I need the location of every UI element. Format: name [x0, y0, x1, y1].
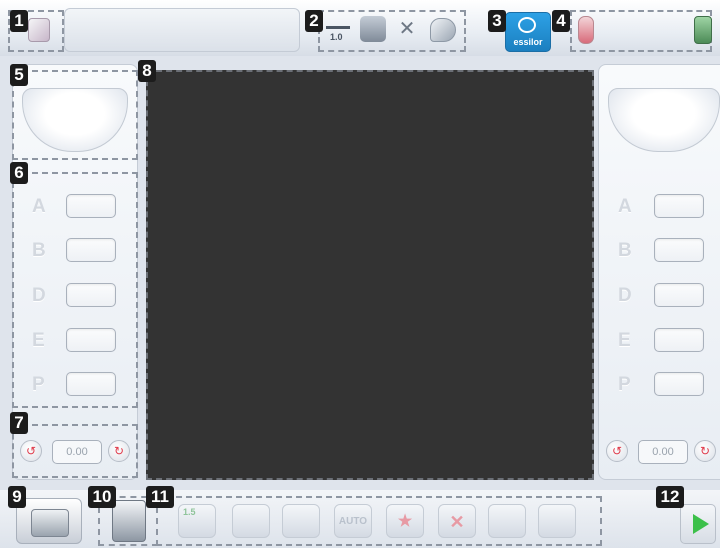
- callout-4: 4: [552, 10, 570, 32]
- callout-7: 7: [10, 412, 28, 434]
- header-field: [64, 8, 300, 52]
- left-field-p[interactable]: [66, 372, 116, 396]
- right-field-p[interactable]: [654, 372, 704, 396]
- left-label-a: A: [32, 196, 46, 217]
- polish-icon[interactable]: [488, 504, 526, 538]
- left-field-d[interactable]: [66, 283, 116, 307]
- thermometer-icon[interactable]: [578, 16, 594, 44]
- curve-value: 1.5: [183, 507, 196, 517]
- lens-3d-icon[interactable]: [28, 18, 50, 42]
- groove-icon[interactable]: [282, 504, 320, 538]
- left-rotate-ccw-icon[interactable]: ↺: [20, 440, 42, 462]
- left-field-b[interactable]: [66, 238, 116, 262]
- left-field-a[interactable]: [66, 194, 116, 218]
- tools-icon[interactable]: ✕: [394, 16, 420, 42]
- right-label-b: B: [618, 240, 632, 261]
- play-button[interactable]: [680, 504, 716, 544]
- right-label-e: E: [618, 330, 631, 351]
- zone-8-frame: [146, 70, 594, 480]
- right-field-a[interactable]: [654, 194, 704, 218]
- left-rotate-cw-icon[interactable]: ↻: [108, 440, 130, 462]
- callout-6: 6: [10, 162, 28, 184]
- right-field-e[interactable]: [654, 328, 704, 352]
- left-angle-value[interactable]: 0.00: [52, 440, 102, 464]
- callout-3: 3: [488, 10, 506, 32]
- callout-11: 11: [146, 486, 174, 508]
- right-label-a: A: [618, 196, 632, 217]
- frame-icon[interactable]: [360, 16, 386, 42]
- curve-icon[interactable]: 1.5: [178, 504, 216, 538]
- zone-11-frame: [156, 496, 602, 546]
- play-icon: [693, 514, 709, 534]
- chamfer-icon[interactable]: [538, 504, 576, 538]
- callout-1: 1: [10, 10, 28, 32]
- right-angle-value[interactable]: 0.00: [638, 440, 688, 464]
- right-label-d: D: [618, 285, 632, 306]
- right-label-p: P: [618, 374, 631, 395]
- left-field-e[interactable]: [66, 328, 116, 352]
- auto-label: AUTO: [338, 516, 368, 527]
- left-label-e: E: [32, 330, 45, 351]
- auto-bevel-icon[interactable]: AUTO: [334, 504, 372, 538]
- cancel-shape-icon[interactable]: ✕: [438, 504, 476, 538]
- operator-icon[interactable]: [694, 16, 712, 44]
- lens-shape-icon[interactable]: [430, 18, 456, 42]
- callout-12: 12: [656, 486, 684, 508]
- callout-8: 8: [138, 60, 156, 82]
- distance-value: 1.0: [330, 32, 343, 42]
- left-label-p: P: [32, 374, 45, 395]
- star-icon[interactable]: ★: [386, 504, 424, 538]
- bevel-icon[interactable]: [232, 504, 270, 538]
- essilor-logo-icon[interactable]: essilor: [505, 12, 551, 52]
- callout-9: 9: [8, 486, 26, 508]
- left-label-d: D: [32, 285, 46, 306]
- callout-2: 2: [305, 10, 323, 32]
- distance-icon[interactable]: 1.0: [326, 16, 350, 42]
- edger-icon[interactable]: [112, 500, 146, 542]
- brand-label: essilor: [513, 37, 543, 47]
- right-field-d[interactable]: [654, 283, 704, 307]
- left-label-b: B: [32, 240, 46, 261]
- right-rotate-cw-icon[interactable]: ↻: [694, 440, 716, 462]
- right-field-b[interactable]: [654, 238, 704, 262]
- callout-5: 5: [10, 64, 28, 86]
- callout-10: 10: [88, 486, 116, 508]
- right-rotate-ccw-icon[interactable]: ↺: [606, 440, 628, 462]
